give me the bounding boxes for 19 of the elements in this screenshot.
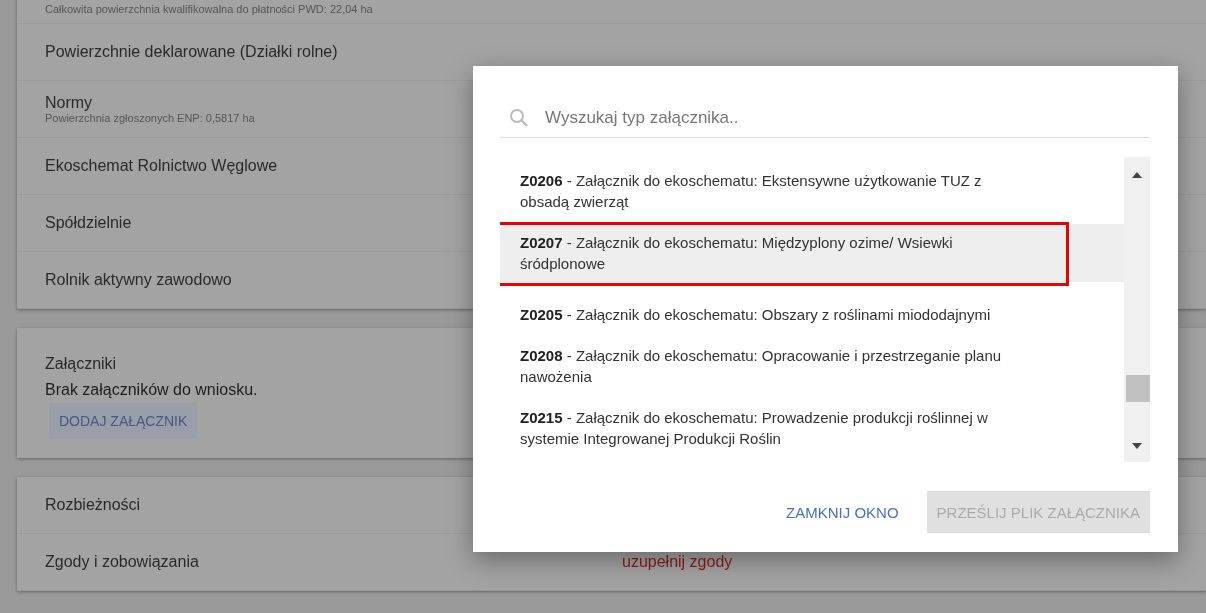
empty-message: Brak załączników do wniosku.	[45, 381, 258, 399]
close-button[interactable]: ZAMKNIJ OKNO	[776, 491, 909, 533]
attachment-type-option[interactable]: Z0215 - Załącznik do ekoschematu: Prowadzenie produkcji roślinnej w systemie Integrowanej Produkcji Roślin	[500, 399, 1124, 457]
row-title: Rolnik aktywny zawodowo	[45, 271, 232, 289]
section-title: Załączniki	[45, 355, 117, 373]
attachment-type-option[interactable]: Z0205 - Załącznik do ekoschematu: Obszary z roślinami miododajnymi	[500, 296, 1124, 333]
row-title: Zgody i zobowiązania	[45, 553, 199, 571]
attachment-type-option[interactable]: Z0208 - Załącznik do ekoschematu: Opracowanie i przestrzeganie planu nawożenia	[500, 337, 1124, 395]
row-title: Powierzchnie deklarowane (Działki rolne)	[45, 43, 338, 61]
attachment-type-option[interactable]: Z0206 - Załącznik do ekoschematu: Ekstensywne użytkowanie TUZ z obsadą zwierząt	[500, 162, 1124, 220]
row-title: Rozbieżności	[45, 496, 141, 514]
row-subtitle: Całkowita powierzchnia kwalifikowalna do płatności PWD: 22,04 ha	[45, 3, 373, 15]
search-icon	[509, 107, 529, 128]
row-title: Spółdzielnie	[45, 214, 132, 232]
status-text: uzupełnij zgody	[622, 553, 733, 571]
row-subtitle: Powierzchnia zgłoszonych ENP: 0,5817 ha	[45, 112, 255, 124]
row-title: Normy	[45, 94, 93, 112]
scrollbar-drawing[interactable]	[1124, 157, 1150, 462]
row-title: Ekoschemat Rolnictwo Węglowe	[45, 157, 278, 175]
